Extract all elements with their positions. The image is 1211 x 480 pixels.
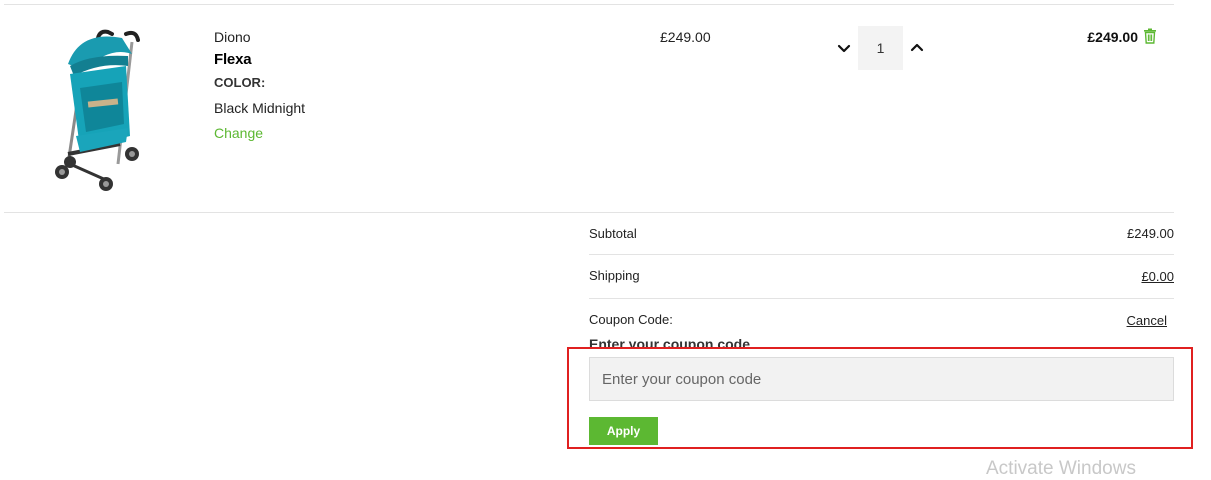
quantity-decrease-button[interactable] [834,38,854,58]
chevron-up-icon [910,43,924,52]
chevron-down-icon [837,44,851,53]
top-divider [4,4,1174,5]
unit-price: £249.00 [660,29,711,45]
activate-windows-watermark: Activate Windows [986,458,1136,479]
highlight-annotation-box [567,347,1193,449]
product-brand: Diono [214,29,251,45]
coupon-code-label: Coupon Code: [589,312,673,327]
quantity-value[interactable]: 1 [858,26,903,70]
subtotal-divider [589,254,1174,255]
shipping-divider [589,298,1174,299]
line-total: £249.00 [1087,29,1138,45]
cancel-coupon-link[interactable]: Cancel [1127,313,1167,328]
item-divider [4,212,1174,213]
product-image[interactable] [40,24,158,192]
change-link[interactable]: Change [214,125,263,141]
shipping-value-link[interactable]: £0.00 [1141,269,1174,284]
subtotal-value: £249.00 [1127,226,1174,241]
color-value: Black Midnight [214,100,306,116]
stroller-icon [55,29,140,191]
product-name[interactable]: Flexa [214,51,252,68]
shipping-label: Shipping [589,268,640,283]
subtotal-label: Subtotal [589,226,637,241]
color-label: COLOR: [214,75,266,90]
delete-item-icon [1144,28,1156,44]
trash-icon[interactable] [1143,28,1157,44]
quantity-increase-button[interactable] [907,38,927,58]
